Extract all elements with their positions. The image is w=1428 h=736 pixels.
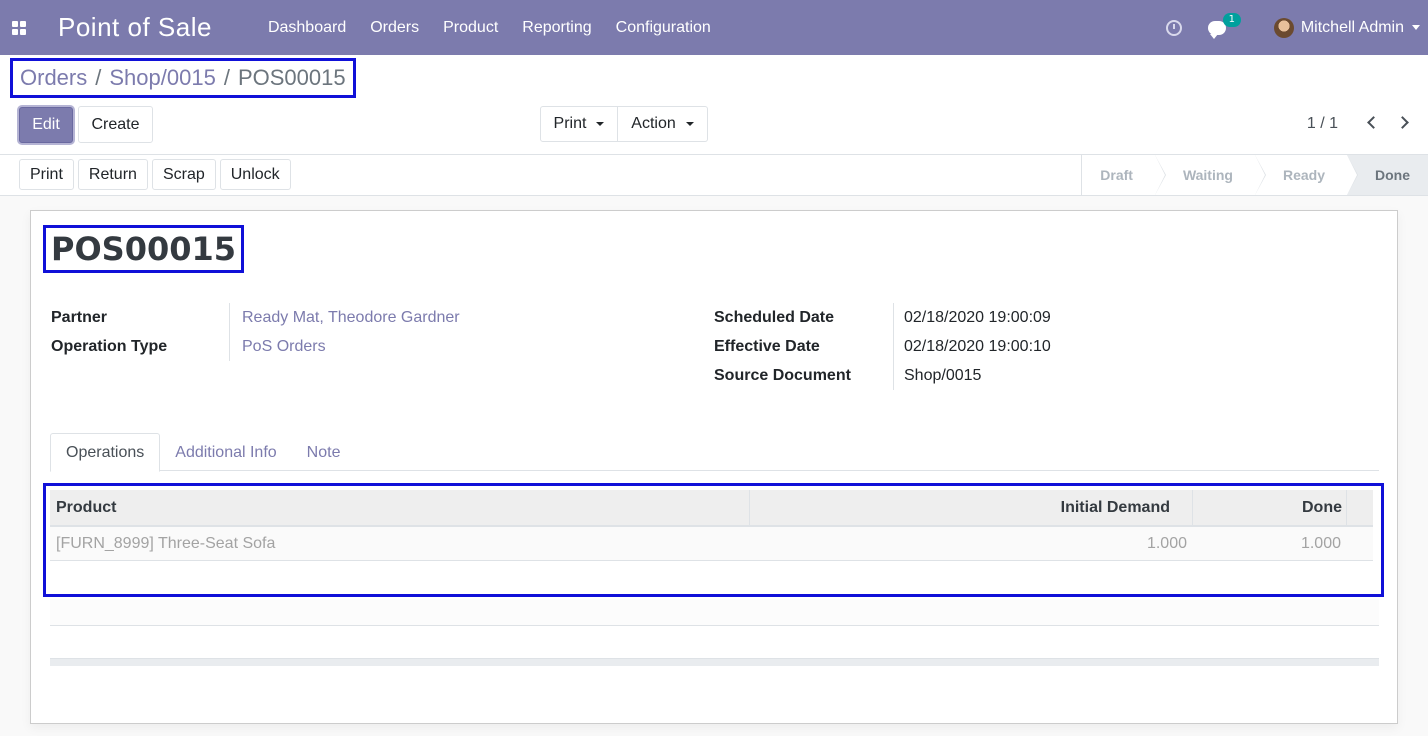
action-dropdown-button[interactable]: Action — [618, 106, 708, 142]
sidebar-dropdowns: Print Action — [540, 106, 708, 142]
cell-product: [FURN_8999] Three-Seat Sofa — [56, 534, 276, 552]
field-label: Source Document — [714, 366, 851, 384]
table-row[interactable]: [FURN_8999] Three-Seat Sofa 1.000 1.000 — [50, 527, 1373, 561]
systray: 1 Mitchell Admin — [1165, 0, 1428, 55]
stage-ready: Ready — [1254, 155, 1359, 195]
breadcrumb-session[interactable]: Shop/0015 — [109, 65, 215, 91]
form-sheet: POS00015 Partner Ready Mat, Theodore Gar… — [30, 210, 1398, 724]
pager-next-icon[interactable] — [1398, 117, 1408, 129]
user-avatar[interactable] — [1273, 17, 1294, 38]
table-footer — [50, 658, 1379, 666]
menu-reporting[interactable]: Reporting — [522, 19, 591, 37]
operation-type-link[interactable]: PoS Orders — [229, 332, 326, 361]
menu-dashboard[interactable]: Dashboard — [268, 19, 346, 37]
status-bar: Print Return Scrap Unlock Draft Waiting … — [0, 155, 1428, 196]
scrap-button[interactable]: Scrap — [151, 159, 216, 190]
stage-draft: Draft — [1081, 155, 1166, 195]
caret-down-icon — [685, 122, 694, 126]
chat-count-badge: 1 — [1222, 12, 1241, 27]
menu-orders[interactable]: Orders — [370, 19, 419, 37]
cell-done: 1.000 — [1300, 534, 1341, 552]
menu-product[interactable]: Product — [443, 19, 498, 37]
unlock-button[interactable]: Unlock — [219, 159, 291, 190]
tab-additional-info[interactable]: Additional Info — [160, 433, 291, 472]
main-menu: Dashboard Orders Product Reporting Confi… — [268, 19, 735, 37]
chat-bubble-icon[interactable]: 1 — [1207, 12, 1241, 39]
stage-waiting: Waiting — [1154, 155, 1267, 195]
column-header-done[interactable]: Done — [1193, 490, 1347, 525]
top-navbar: Point of Sale Dashboard Orders Product R… — [0, 0, 1428, 55]
table-empty-row — [50, 599, 1379, 626]
tab-operations[interactable]: Operations — [50, 433, 161, 472]
partner-link[interactable]: Ready Mat, Theodore Gardner — [229, 303, 460, 332]
source-document-value: Shop/0015 — [893, 361, 981, 390]
left-field-group: Partner Ready Mat, Theodore Gardner Oper… — [51, 303, 460, 361]
field-scheduled-date: Scheduled Date 02/18/2020 19:00:09 — [714, 303, 1051, 332]
pager-previous-icon[interactable] — [1366, 117, 1376, 129]
breadcrumb: Orders / Shop/0015 / POS00015 — [10, 58, 356, 98]
app-title[interactable]: Point of Sale — [58, 12, 212, 43]
right-field-group: Scheduled Date 02/18/2020 19:00:09 Effec… — [714, 303, 1051, 390]
record-title: POS00015 — [43, 225, 245, 273]
breadcrumb-separator: / — [223, 65, 230, 90]
stage-pipeline: Draft Waiting Ready Done — [1081, 155, 1428, 195]
column-header-product[interactable]: Product — [50, 490, 750, 525]
field-partner: Partner Ready Mat, Theodore Gardner — [51, 303, 460, 332]
stage-done: Done — [1347, 155, 1428, 195]
breadcrumb-orders[interactable]: Orders — [20, 65, 87, 91]
user-name[interactable]: Mitchell Admin — [1301, 19, 1404, 37]
cell-initial-demand: 1.000 — [1146, 534, 1187, 552]
column-header-initial-demand[interactable]: Initial Demand — [750, 490, 1193, 525]
control-panel: Orders / Shop/0015 / POS00015 Edit Creat… — [0, 55, 1428, 155]
print-dropdown-button[interactable]: Print — [540, 106, 618, 142]
field-effective-date: Effective Date 02/18/2020 19:00:10 — [714, 332, 1051, 361]
print-button[interactable]: Print — [19, 159, 74, 190]
action-dropdown-label: Action — [631, 115, 676, 132]
field-operation-type: Operation Type PoS Orders — [51, 332, 460, 361]
pager-value[interactable]: 1 / 1 — [1307, 115, 1338, 133]
return-button[interactable]: Return — [77, 159, 148, 190]
print-dropdown-label: Print — [553, 115, 587, 132]
breadcrumb-separator: / — [95, 65, 102, 90]
field-source-document: Source Document Shop/0015 — [714, 361, 1051, 390]
field-label: Operation Type — [51, 337, 168, 355]
scheduled-date-value: 02/18/2020 19:00:09 — [893, 303, 1051, 332]
breadcrumb-current: POS00015 — [237, 65, 346, 90]
operations-table: Product Initial Demand Done [FURN_8999] … — [43, 483, 1384, 597]
apps-menu-icon[interactable] — [0, 0, 38, 55]
activity-clock-icon[interactable] — [1165, 19, 1182, 36]
field-label: Effective Date — [714, 337, 820, 355]
tab-note[interactable]: Note — [292, 433, 356, 472]
table-header: Product Initial Demand Done — [50, 490, 1373, 527]
edit-button[interactable]: Edit — [19, 107, 73, 143]
status-buttons: Print Return Scrap Unlock — [19, 159, 295, 190]
field-label: Scheduled Date — [714, 308, 835, 326]
menu-configuration[interactable]: Configuration — [616, 19, 711, 37]
field-label: Partner — [51, 308, 108, 326]
effective-date-value: 02/18/2020 19:00:10 — [893, 332, 1051, 361]
user-menu-caret-icon[interactable] — [1412, 25, 1420, 30]
caret-down-icon — [596, 122, 605, 126]
notebook-tabs: Operations Additional Info Note — [50, 433, 1379, 472]
create-button[interactable]: Create — [78, 106, 153, 143]
